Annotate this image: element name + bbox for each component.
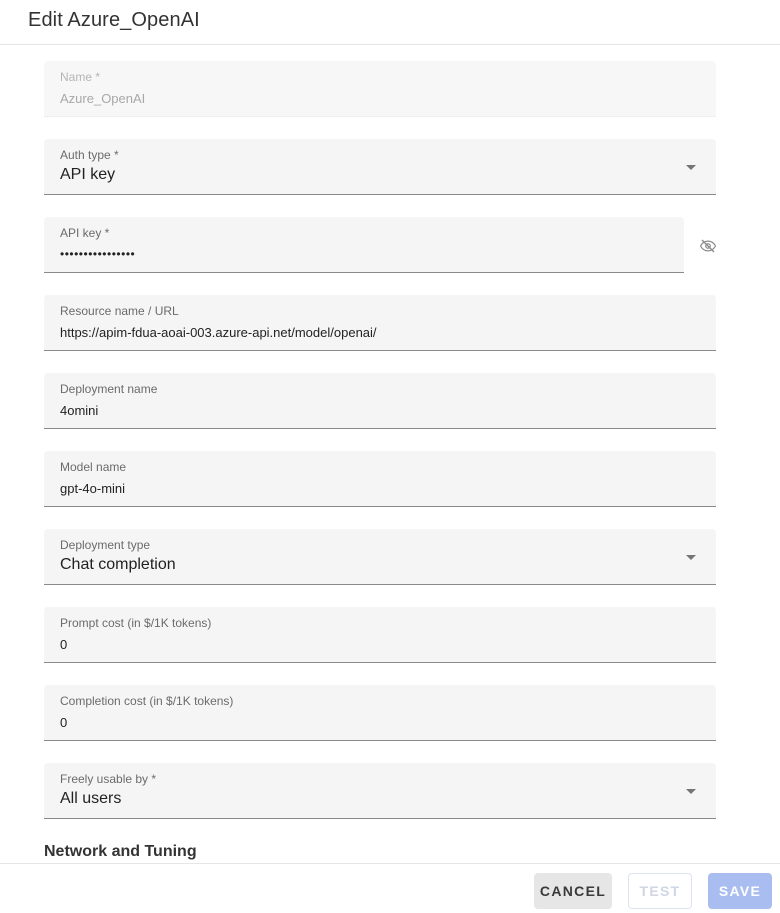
prompt-cost-field[interactable]: Prompt cost (in $/1K tokens) 0 <box>44 607 716 663</box>
deployment-name-field[interactable]: Deployment name 4omini <box>44 373 716 429</box>
api-key-field[interactable]: API key * •••••••••••••••• <box>44 217 684 273</box>
prompt-cost-label: Prompt cost (in $/1K tokens) <box>60 616 212 630</box>
deployment-type-select[interactable]: Deployment type Chat completion <box>44 529 716 585</box>
dialog-header: Edit Azure_OpenAI <box>0 0 780 45</box>
api-key-value: •••••••••••••••• <box>60 247 136 261</box>
freely-usable-label: Freely usable by * <box>60 772 157 786</box>
resource-url-value: https://apim-fdua-aoai-003.azure-api.net… <box>60 325 377 340</box>
resource-url-field[interactable]: Resource name / URL https://apim-fdua-ao… <box>44 295 716 351</box>
freely-usable-select[interactable]: Freely usable by * All users <box>44 763 716 819</box>
model-name-field[interactable]: Model name gpt-4o-mini <box>44 451 716 507</box>
eye-off-icon[interactable] <box>699 237 717 255</box>
deployment-name-label: Deployment name <box>60 382 158 396</box>
deployment-type-label: Deployment type <box>60 538 151 552</box>
name-value: Azure_OpenAI <box>60 91 146 106</box>
chevron-down-icon <box>686 789 696 794</box>
name-label: Name * <box>60 70 101 84</box>
api-key-label: API key * <box>60 226 110 240</box>
chevron-down-icon <box>686 555 696 560</box>
auth-type-value: API key <box>60 166 116 183</box>
dialog-title: Edit Azure_OpenAI <box>28 9 200 31</box>
prompt-cost-value: 0 <box>60 637 68 652</box>
save-button[interactable]: SAVE <box>708 873 772 909</box>
auth-type-select[interactable]: Auth type * API key <box>44 139 716 195</box>
name-field: Name * Azure_OpenAI <box>44 61 716 117</box>
completion-cost-value: 0 <box>60 715 68 730</box>
deployment-name-value: 4omini <box>60 403 99 418</box>
auth-type-label: Auth type * <box>60 148 119 162</box>
resource-url-label: Resource name / URL <box>60 304 179 318</box>
chevron-down-icon <box>686 165 696 170</box>
network-tuning-heading: Network and Tuning <box>44 843 197 860</box>
cancel-button[interactable]: CANCEL <box>534 873 612 909</box>
dialog-footer: CANCEL TEST SAVE <box>0 863 780 913</box>
completion-cost-label: Completion cost (in $/1K tokens) <box>60 694 234 708</box>
completion-cost-field[interactable]: Completion cost (in $/1K tokens) 0 <box>44 685 716 741</box>
model-name-value: gpt-4o-mini <box>60 481 126 496</box>
deployment-type-value: Chat completion <box>60 556 176 573</box>
test-button[interactable]: TEST <box>628 873 692 909</box>
freely-usable-value: All users <box>60 790 122 807</box>
model-name-label: Model name <box>60 460 127 474</box>
